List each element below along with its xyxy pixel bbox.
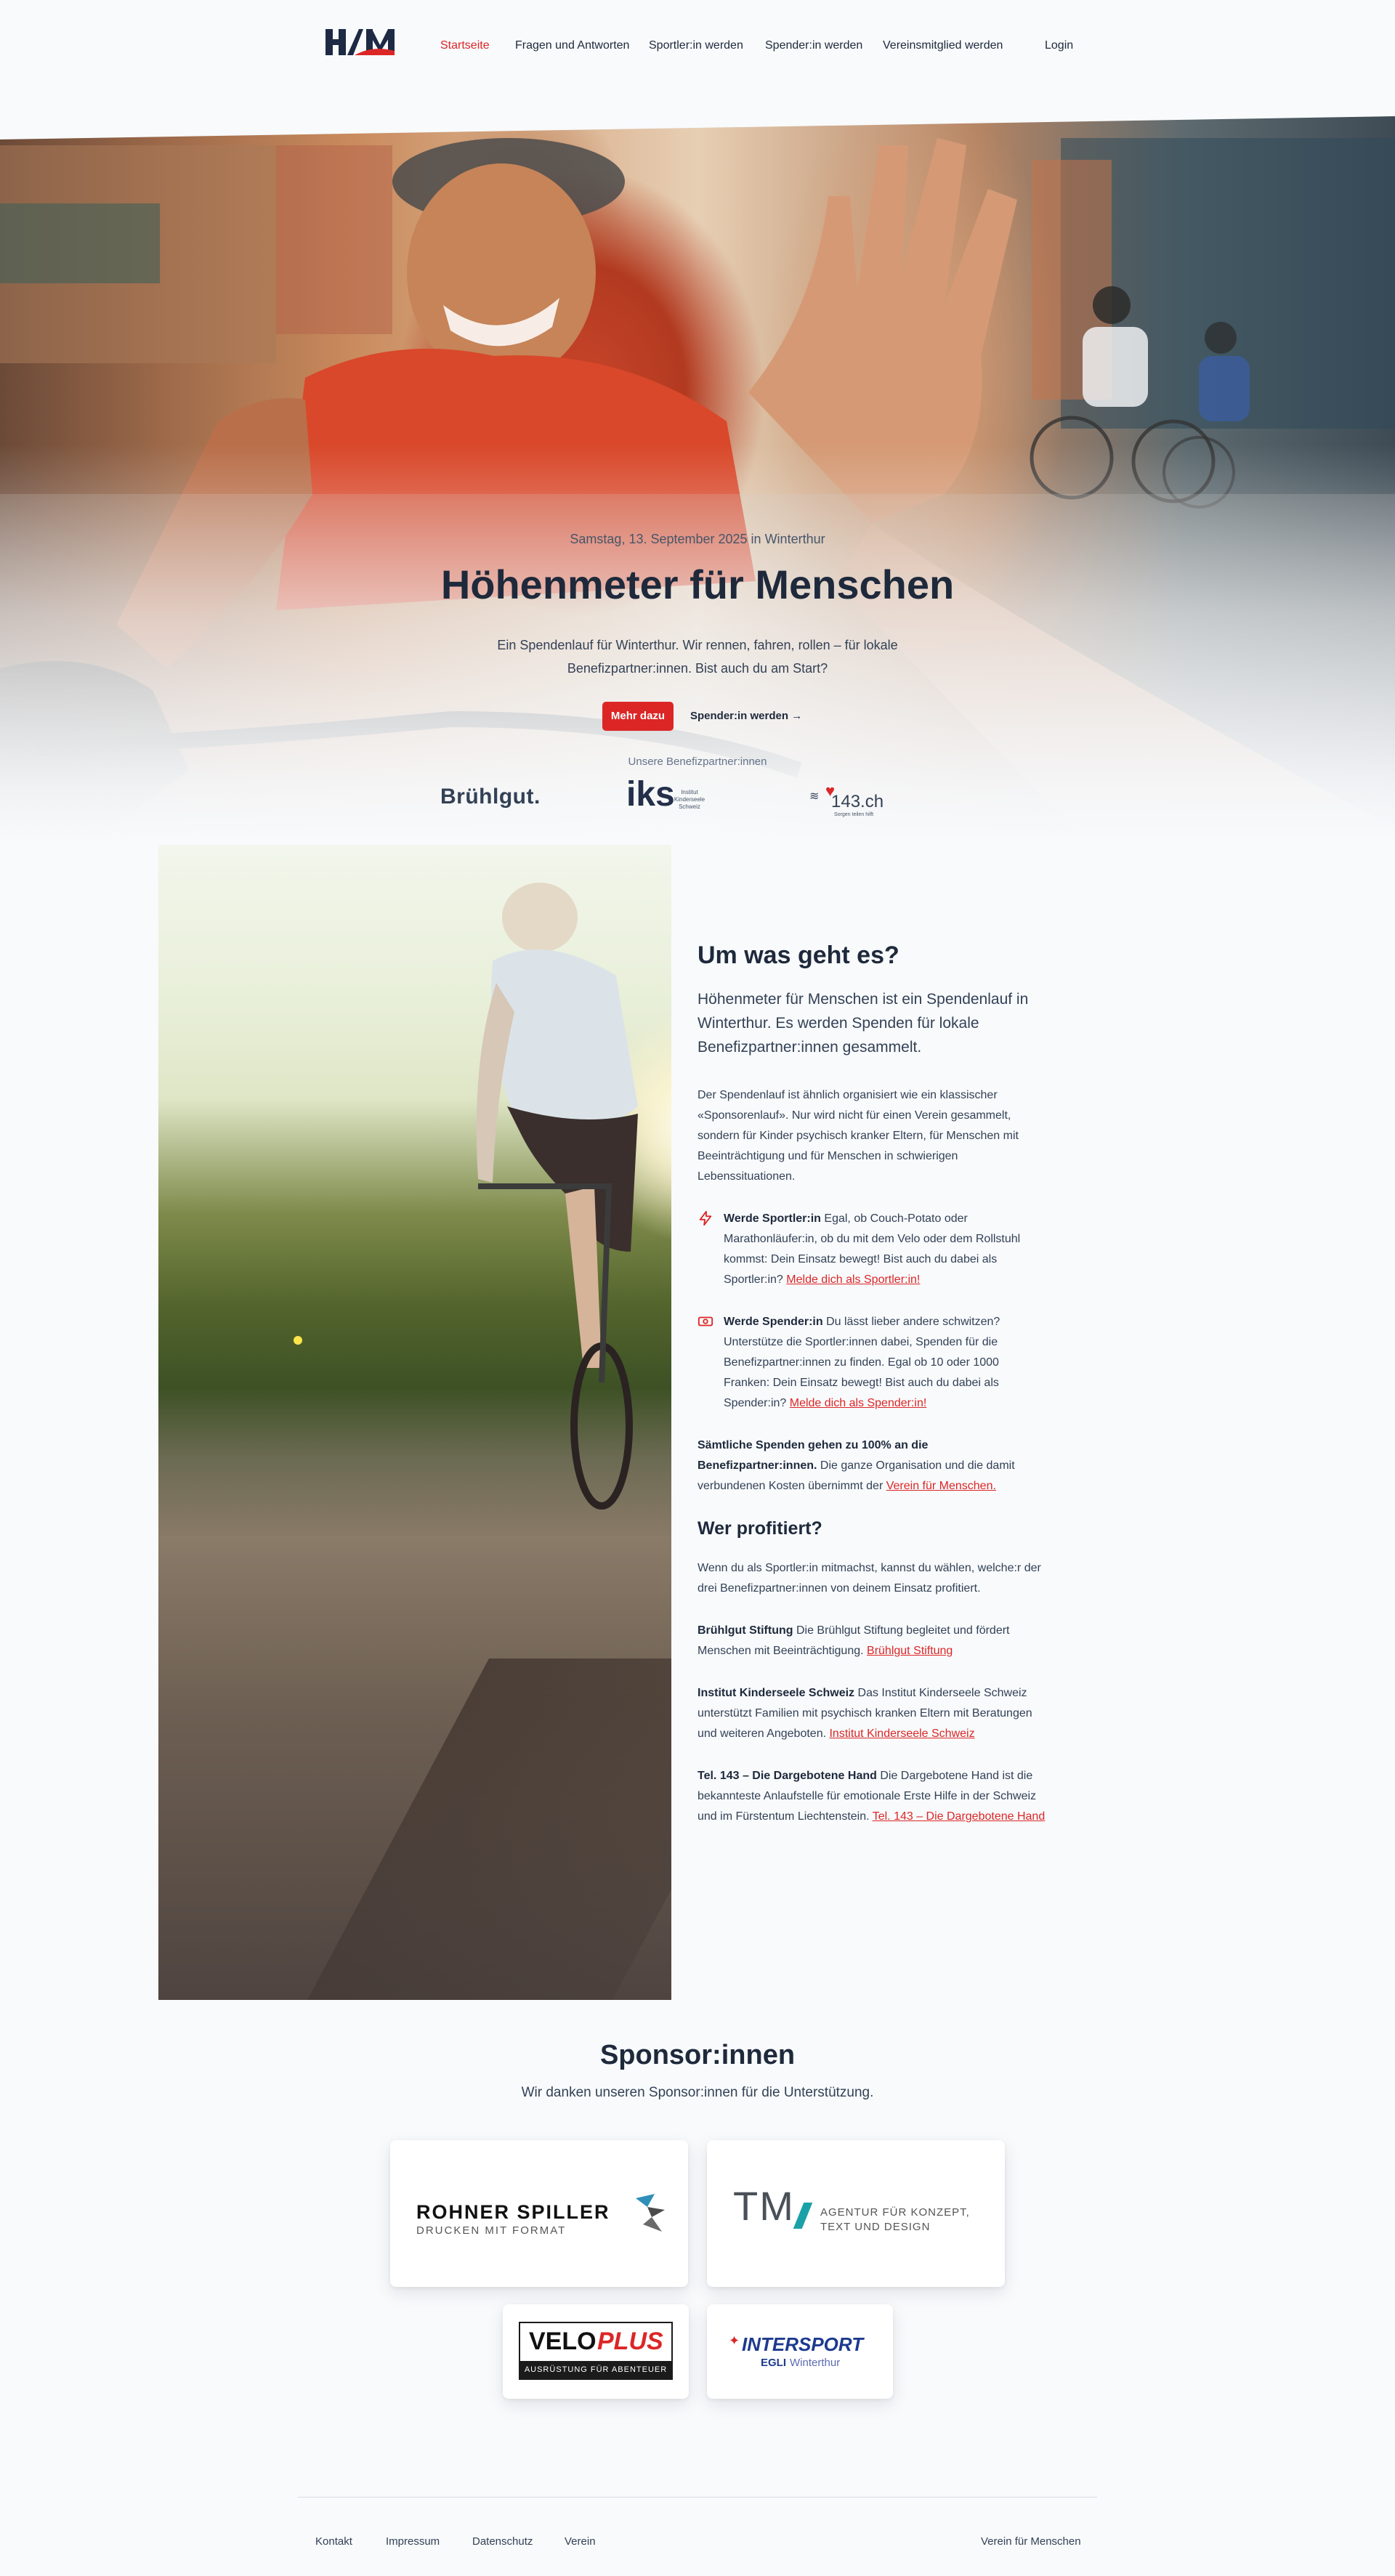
intersport-egli: EGLI — [761, 2357, 787, 2369]
cyclist-photo — [158, 845, 671, 2000]
feature-sportler: Werde Sportler:in Egal, ob Couch-Potato … — [698, 1209, 1046, 1290]
rohner-spiller-wordmark: ROHNER SPILLER — [416, 2201, 610, 2223]
nav-faq[interactable]: Fragen und Antworten — [515, 39, 629, 52]
intersport-star-icon: ✦ — [729, 2333, 740, 2348]
event-date: Samstag, 13. September 2025 in Winterthu… — [570, 532, 825, 546]
rohner-spiller-mark-icon — [636, 2194, 665, 2232]
spender-werden-link[interactable]: Spender:in werden → — [690, 702, 802, 731]
benefit-intro: Wenn du als Sportler:in mitmachst, kanns… — [698, 1562, 1041, 1595]
tm-wordmark: TM — [733, 2183, 795, 2229]
about-section: Um was geht es? Höhenmeter für Menschen … — [698, 941, 1046, 1849]
hero-section: Samstag, 13. September 2025 in Winterthu… — [0, 116, 1395, 845]
partner-logo-143[interactable]: ♥ ≋ 143.ch Sorgen teilen hilft — [809, 773, 889, 819]
rohner-spiller-tagline: DRUCKEN MIT FORMAT — [416, 2224, 567, 2237]
site-logo[interactable] — [326, 26, 395, 58]
footer-kontakt[interactable]: Kontakt — [315, 2535, 352, 2548]
feature-spender-text: Du lässt lieber andere schwitzen? Unters… — [724, 1316, 1000, 1409]
veloplus-plus: PLUS — [597, 2328, 663, 2355]
hero-intro: Ein Spendenlauf für Winterthur. Wir renn… — [497, 638, 898, 676]
veloplus-logo: VELO PLUS AUSRÜSTUNG FÜR ABENTEUER — [519, 2322, 673, 2380]
lamp-highlight — [294, 1336, 302, 1345]
143-subtitle: Sorgen teilen hilft — [834, 812, 874, 817]
bruehlgut-wordmark: Brühlgut. — [440, 785, 541, 809]
mehr-dazu-button[interactable]: Mehr dazu — [602, 702, 674, 731]
footer-verein-fuer-menschen[interactable]: Verein für Menschen — [981, 2535, 1081, 2548]
partner-logo-iks[interactable]: iks Institut Kinderseele Schweiz — [626, 773, 713, 819]
sponsor-card-veloplus[interactable]: VELO PLUS AUSRÜSTUNG FÜR ABENTEUER — [503, 2304, 689, 2399]
sponsor-card-rohner-spiller[interactable]: ROHNER SPILLER DRUCKEN MIT FORMAT — [390, 2140, 688, 2287]
nav-sportler[interactable]: Sportler:in werden — [649, 39, 743, 52]
143-wordmark: 143.ch — [831, 792, 884, 811]
feature-spender: Werde Spender:in Du lässt lieber andere … — [698, 1312, 1046, 1414]
benefit-partner-name: Brühlgut Stiftung — [698, 1624, 793, 1637]
benefit-partner-bruehlgut: Brühlgut Stiftung Die Brühlgut Stiftung … — [698, 1621, 1046, 1661]
sportler-signup-link[interactable]: Melde dich als Sportler:in! — [786, 1273, 920, 1286]
veloplus-velo: VELO — [529, 2328, 597, 2355]
about-body: Der Spendenlauf ist ähnlich organisiert … — [698, 1089, 1019, 1183]
donation-note: Sämtliche Spenden gehen zu 100% an die B… — [698, 1435, 1046, 1496]
intersport-winterthur: Winterthur — [790, 2357, 841, 2369]
footer-datenschutz[interactable]: Datenschutz — [472, 2535, 533, 2548]
iks-wordmark: iks — [626, 775, 675, 814]
spender-signup-link[interactable]: Melde dich als Spender:in! — [790, 1397, 927, 1409]
sponsors-title: Sponsor:innen — [599, 2040, 796, 2070]
dargebotene-hand-link[interactable]: Tel. 143 – Die Dargebotene Hand — [873, 1810, 1046, 1823]
footer-impressum[interactable]: Impressum — [386, 2535, 440, 2548]
feature-sportler-title: Werde Sportler:in — [724, 1212, 821, 1225]
partner-logo-bruehlgut[interactable]: Brühlgut. — [440, 773, 542, 819]
sponsor-card-intersport[interactable]: ✦ INTERSPORT EGLI Winterthur — [707, 2304, 893, 2399]
tm-tagline: AGENTUR FÜR KONZEPT, TEXT UND DESIGN — [820, 2206, 970, 2233]
benefit-partner-name: Tel. 143 – Die Dargebotene Hand — [698, 1770, 877, 1782]
banknote-icon — [698, 1316, 713, 1327]
nav-startseite[interactable]: Startseite — [440, 39, 490, 52]
lightning-icon — [699, 1210, 712, 1226]
footer-verein[interactable]: Verein — [565, 2535, 596, 2548]
speech-lines-icon: ≋ — [809, 790, 820, 803]
hero-content: Samstag, 13. September 2025 in Winterthu… — [0, 116, 1395, 845]
verein-link[interactable]: Verein für Menschen. — [886, 1480, 996, 1492]
iks-subtitle: Institut Kinderseele Schweiz — [674, 789, 705, 810]
about-lead: Höhenmeter für Menschen ist ein Spendenl… — [698, 991, 1029, 1056]
partners-label: Unsere Benefizpartner:innen — [628, 756, 767, 768]
cyclist-figure — [476, 883, 638, 1510]
login-link[interactable]: Login — [1045, 39, 1073, 52]
veloplus-tagline: AUSRÜSTUNG FÜR ABENTEUER — [520, 2361, 671, 2378]
benefit-partner-kinderseele: Institut Kinderseele Schweiz Das Institu… — [698, 1683, 1046, 1744]
intersport-wordmark: INTERSPORT — [742, 2333, 864, 2355]
hero-title: Höhenmeter für Menschen — [440, 562, 955, 607]
nav-spender[interactable]: Spender:in werden — [765, 39, 862, 52]
rider-shadow — [307, 1658, 671, 2000]
footer-divider — [298, 2497, 1097, 2498]
feature-spender-title: Werde Spender:in — [724, 1316, 823, 1328]
bruehlgut-link[interactable]: Brühlgut Stiftung — [867, 1645, 953, 1657]
site-header: Startseite Fragen und Antworten Sportler… — [0, 0, 1395, 94]
kinderseele-link[interactable]: Institut Kinderseele Schweiz — [829, 1728, 974, 1740]
nav-verein[interactable]: Vereinsmitglied werden — [883, 39, 1003, 52]
benefit-partner-143: Tel. 143 – Die Dargebotene Hand Die Darg… — [698, 1766, 1046, 1827]
sponsors-subtitle: Wir danken unseren Sponsor:innen für die… — [521, 2085, 874, 2100]
hfm-logo-icon — [326, 29, 395, 55]
tm-slash-icon — [793, 2203, 813, 2229]
sponsor-card-tm[interactable]: TM AGENTUR FÜR KONZEPT, TEXT UND DESIGN — [707, 2140, 1005, 2287]
benefit-partner-name: Institut Kinderseele Schweiz — [698, 1687, 855, 1699]
benefit-title: Wer profitiert? — [698, 1518, 822, 1539]
about-title: Um was geht es? — [698, 941, 899, 969]
